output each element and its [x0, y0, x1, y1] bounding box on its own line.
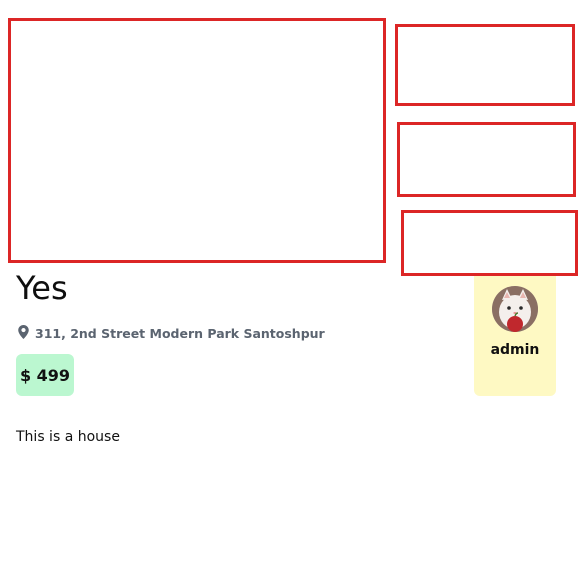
owner-card: admin: [474, 276, 556, 396]
avatar[interactable]: [492, 286, 538, 332]
thumbnail-2[interactable]: [397, 122, 576, 197]
listing-address: 311, 2nd Street Modern Park Santoshpur: [18, 325, 325, 342]
listing-description: This is a house: [16, 429, 120, 445]
main-image-placeholder[interactable]: [8, 18, 386, 263]
listing-title: Yes: [16, 269, 68, 307]
owner-name[interactable]: admin: [474, 342, 556, 358]
thumbnail-1[interactable]: [395, 24, 575, 106]
thumbnail-3[interactable]: [401, 210, 578, 276]
map-pin-icon: [18, 325, 29, 342]
price-badge: $ 499: [16, 354, 74, 396]
address-text: 311, 2nd Street Modern Park Santoshpur: [35, 326, 325, 341]
